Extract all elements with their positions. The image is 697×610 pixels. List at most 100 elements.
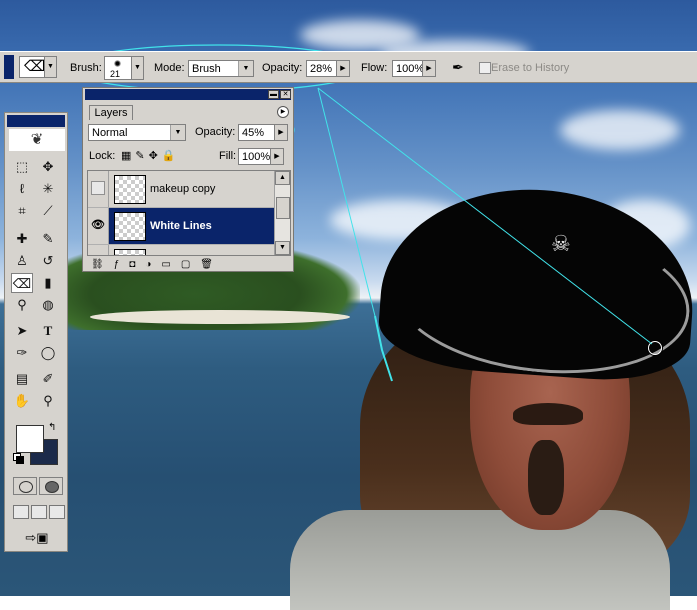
layer-row-selected[interactable]: 👁 White Lines [88,208,276,245]
layer-opacity-label: Opacity: [195,126,236,138]
chevron-down-icon[interactable]: ▼ [170,125,185,140]
full-screen-button[interactable] [49,505,65,519]
new-layer-icon[interactable]: ▢ [181,259,200,270]
layer-list: makeup copy 👁 White Lines ▲ ▼ [87,170,291,256]
fill-slider-button[interactable]: ▶ [270,148,284,165]
blend-mode-select[interactable]: Normal ▼ [88,124,186,141]
erase-to-history-checkbox[interactable] [479,62,491,74]
notes-icon[interactable]: ▤ [11,369,33,389]
shirt [290,510,670,610]
layer-style-icon[interactable]: ƒ [114,259,130,270]
lock-pixels-icon[interactable]: ✎ [135,150,148,162]
layer-mask-icon[interactable]: ◘ [129,259,145,270]
trash-icon[interactable]: 🗑 [200,259,223,270]
palette-menu-icon[interactable]: ▶ [277,106,289,118]
airbrush-icon[interactable]: ✒ [452,59,464,75]
slice-icon[interactable]: ⟋ [37,201,59,221]
options-bar-grip[interactable] [4,55,14,79]
layer-opacity-value: 45% [242,127,265,139]
ellipse-icon[interactable]: ◯ [37,343,59,363]
flow-value: 100% [396,63,425,75]
fill-label: Fill: [219,150,237,162]
move-icon[interactable]: ✥ [37,157,59,177]
layer-visibility-toggle[interactable]: 👁 [88,208,109,244]
layers-palette: ▬ ✕ Layers ▶ Normal ▼ Opacity: 45% ▶ Loc… [82,87,294,272]
eyedropper-icon[interactable]: ✐ [37,369,59,389]
layer-row[interactable] [88,245,276,255]
link-icon[interactable]: ⛓ [91,259,114,270]
eye-icon: 👁 [91,219,105,231]
layers-title-bar[interactable]: ▬ ✕ [85,89,291,100]
brush-size: 21 [110,69,121,79]
mode-label: Mode: [154,62,185,74]
swap-colors-icon[interactable]: ↰ [48,423,56,433]
tab-layers[interactable]: Layers [89,105,133,120]
adjustment-layer-icon[interactable]: ◑ [145,259,161,270]
brush-picker[interactable]: 21 ▼ [104,56,144,80]
minimize-icon[interactable]: ▬ [268,90,279,99]
layer-row[interactable]: makeup copy [88,171,276,208]
blend-mode-value: Normal [92,127,128,139]
dodge-icon[interactable]: ⚲ [11,295,33,315]
chevron-down-icon[interactable]: ▼ [131,57,143,79]
mode-select[interactable]: Brush ▼ [188,60,254,77]
magic-wand-icon[interactable]: ✳ [37,179,59,199]
jump-to-imageready-icon[interactable]: ⇨▣ [15,529,59,547]
quick-mask-button[interactable] [39,477,63,495]
layer-opacity-field[interactable]: 45% ▶ [238,124,288,141]
standard-screen-button[interactable] [13,505,29,519]
flow-label: Flow: [361,62,388,74]
close-icon[interactable]: ✕ [280,90,291,99]
hand-icon[interactable]: ✋ [11,391,33,411]
opacity-slider-button[interactable]: ▶ [336,60,350,77]
lock-all-icon[interactable]: 🔒 [162,150,180,162]
marquee-icon[interactable]: ⬚ [11,157,33,177]
beach [90,310,350,324]
fill-value: 100% [242,151,271,163]
new-group-icon[interactable]: ▭ [161,259,180,270]
flow-field[interactable]: 100% ▶ [392,60,436,77]
clone-stamp-icon[interactable]: ♙ [11,251,33,271]
path-select-icon[interactable]: ➤ [11,321,33,341]
gradient-icon[interactable]: ▮ [37,273,59,293]
toolbox-title-bar[interactable] [7,115,65,127]
scroll-down-icon[interactable]: ▼ [275,241,290,255]
full-screen-menu-button[interactable] [31,505,47,519]
opacity-label: Opacity: [262,62,303,74]
fill-field[interactable]: 100% ▶ [238,148,284,165]
healing-brush-icon[interactable]: ✚ [11,229,33,249]
flow-slider-button[interactable]: ▶ [422,60,436,77]
brush-cursor [648,341,662,355]
zoom-icon[interactable]: ⚲ [37,391,59,411]
brush-icon[interactable]: ✎ [37,229,59,249]
lock-transparency-icon[interactable]: ▦ [121,150,135,162]
lasso-icon[interactable]: ℓ [11,179,33,199]
chevron-down-icon[interactable]: ▼ [44,57,56,77]
cloud [560,110,680,150]
eraser-icon[interactable]: ⌫ [11,273,33,293]
scroll-up-icon[interactable]: ▲ [275,171,290,185]
layer-visibility-toggle[interactable] [88,245,109,255]
lock-buttons[interactable]: ▦✎✥🔒 [121,149,180,163]
opacity-field[interactable]: 28% ▶ [306,60,350,77]
brush-tip-icon [114,60,121,67]
tool-preset-picker[interactable]: ⌫ ▼ [19,56,57,78]
lock-position-icon[interactable]: ✥ [149,150,162,162]
burn-icon[interactable]: ◍ [37,295,59,315]
type-icon[interactable]: T [37,321,59,341]
layer-list-scrollbar[interactable]: ▲ ▼ [274,171,290,255]
beard [528,440,564,515]
layer-thumbnail [114,175,146,204]
scrollbar-thumb[interactable] [276,197,290,219]
crop-icon[interactable]: ⌗ [11,201,33,221]
quick-mask-icon [45,481,59,493]
layer-visibility-toggle[interactable] [88,171,109,207]
standard-mode-button[interactable] [13,477,37,495]
foreground-color-swatch[interactable] [16,425,44,453]
pen-icon[interactable]: ✑ [11,343,33,363]
default-colors-icon[interactable] [13,453,24,464]
chevron-down-icon[interactable]: ▼ [238,61,253,76]
history-brush-icon[interactable]: ↺ [37,251,59,271]
layer-opacity-slider-button[interactable]: ▶ [274,124,288,141]
adobe-online-icon[interactable]: ❦ [9,129,65,151]
